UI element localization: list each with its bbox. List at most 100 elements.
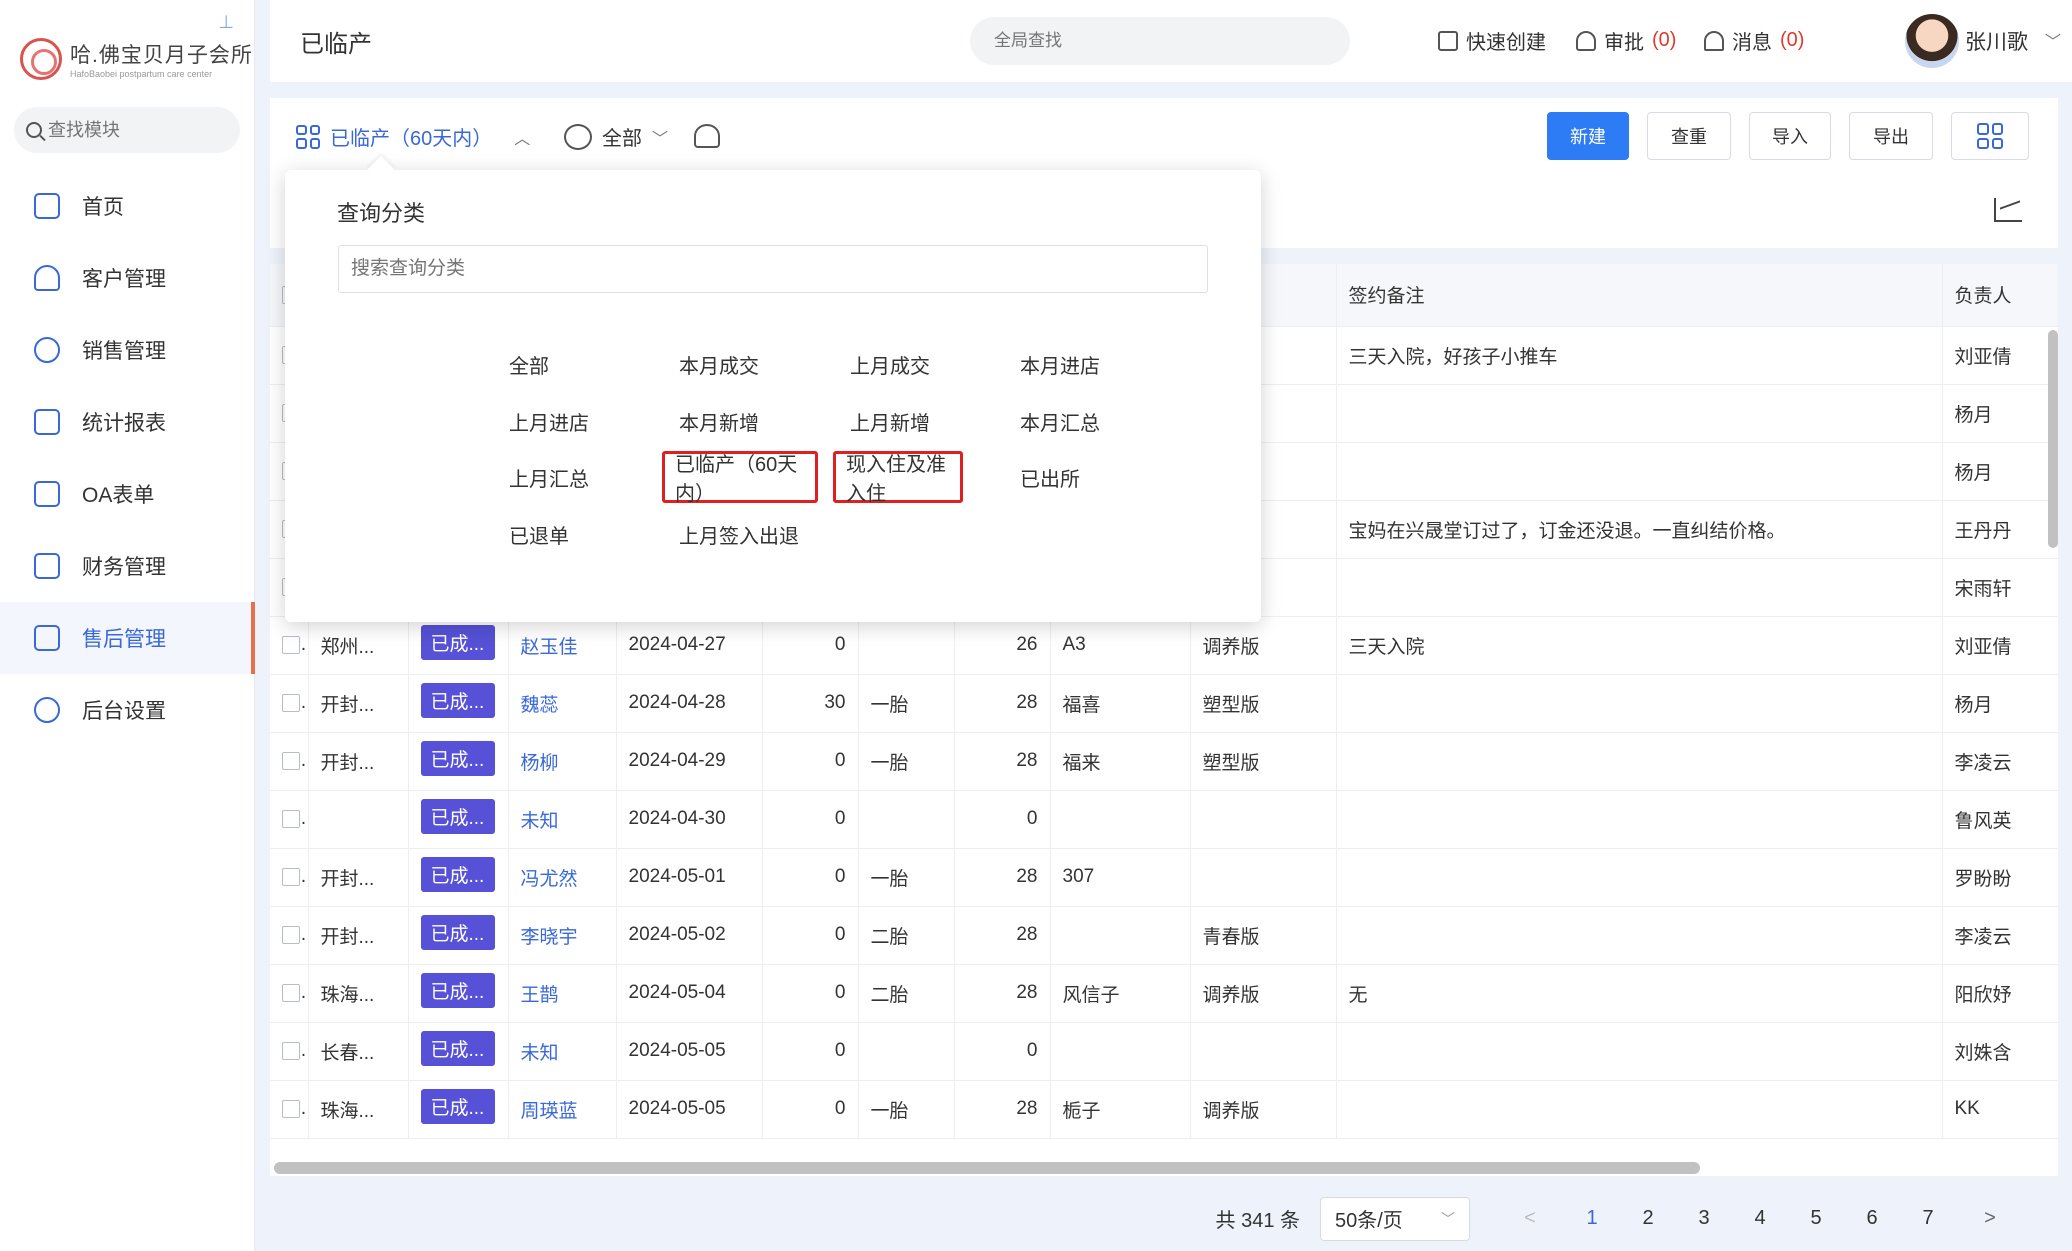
- module-search-input[interactable]: [48, 119, 218, 141]
- owner-cell: 刘亚倩: [1942, 616, 2058, 675]
- table-row[interactable]: 郑州... 已成... 赵玉佳 2024-04-27 0 26 A3 调养版 三天入院 刘亚倩: [270, 616, 2058, 675]
- category-option[interactable]: 上月汇总: [497, 447, 589, 507]
- room-cell: [1050, 906, 1191, 965]
- category-option[interactable]: 上月成交: [838, 334, 930, 394]
- table-row[interactable]: 已成... 未知 2024-04-30 0 0 鲁风英: [270, 790, 2058, 849]
- sidebar-item-customers[interactable]: 客户管理: [0, 242, 255, 314]
- sidebar-item-sales[interactable]: 销售管理: [0, 314, 255, 386]
- customer-name-link[interactable]: 王鹊: [508, 964, 617, 1023]
- category-search-input[interactable]: [351, 258, 1191, 280]
- table-row[interactable]: 开封... 已成... 冯尤然 2024-05-01 0 一胎 28 307 罗盼盼: [270, 848, 2058, 907]
- page-3-button[interactable]: 3: [1676, 1207, 1732, 1230]
- customer-name-link[interactable]: 李晓宇: [508, 906, 617, 965]
- customer-name-link[interactable]: 冯尤然: [508, 848, 617, 907]
- owner-cell: 罗盼盼: [1942, 848, 2058, 907]
- category-option[interactable]: 现入住及准入住: [833, 451, 963, 505]
- monitor-icon: [34, 193, 60, 219]
- sidebar-item-reports[interactable]: 统计报表: [0, 386, 255, 458]
- customer-name-link[interactable]: 未知: [508, 1022, 617, 1081]
- export-button[interactable]: 导出: [1849, 112, 1933, 160]
- import-button[interactable]: 导入: [1749, 112, 1831, 160]
- row-checkbox[interactable]: [282, 751, 300, 770]
- target-icon: [34, 337, 60, 363]
- prev-page-button[interactable]: <: [1502, 1207, 1558, 1230]
- row-checkbox[interactable]: [282, 635, 300, 654]
- table-row[interactable]: 长春... 已成... 未知 2024-05-05 0 0 刘姝含: [270, 1022, 2058, 1081]
- category-option[interactable]: 上月新增: [838, 391, 930, 451]
- row-checkbox[interactable]: [282, 925, 300, 944]
- approval-button[interactable]: 审批 (0): [1576, 26, 1676, 55]
- query-category-dropdown[interactable]: 已临产（60天内） ︿: [296, 122, 530, 151]
- page-2-button[interactable]: 2: [1620, 1207, 1676, 1230]
- avatar[interactable]: [1905, 14, 1959, 68]
- new-button[interactable]: 新建: [1547, 112, 1629, 160]
- row-checkbox[interactable]: [282, 867, 300, 886]
- page-5-button[interactable]: 5: [1788, 1207, 1844, 1230]
- scope-dropdown[interactable]: 全部 ﹀: [564, 122, 668, 151]
- global-search[interactable]: [970, 17, 1350, 65]
- sidebar-item-finance[interactable]: 财务管理: [0, 530, 255, 602]
- page-1-button[interactable]: 1: [1564, 1207, 1620, 1230]
- people-icon[interactable]: [694, 124, 720, 148]
- sidebar-item-oa-forms[interactable]: OA表单: [0, 458, 255, 530]
- vertical-scrollbar[interactable]: [2048, 330, 2058, 548]
- username[interactable]: 张川歌: [1965, 26, 2028, 56]
- category-option[interactable]: 已临产（60天内）: [662, 451, 818, 505]
- page-size-value: 50条/页: [1335, 1210, 1403, 1232]
- table-row[interactable]: 珠海... 已成... 周瑛蓝 2024-05-05 0 一胎 28 栀子 调养版 KK: [270, 1080, 2058, 1139]
- pin-icon[interactable]: ⊥: [218, 12, 234, 33]
- global-search-input[interactable]: [994, 31, 1334, 51]
- row-checkbox[interactable]: [282, 1041, 300, 1060]
- sidebar-item-label: 统计报表: [82, 412, 166, 435]
- dedupe-button[interactable]: 查重: [1647, 112, 1731, 160]
- row-checkbox[interactable]: [282, 983, 300, 1002]
- category-option[interactable]: 已退单: [497, 504, 569, 564]
- next-page-button[interactable]: >: [1962, 1207, 2018, 1230]
- view-toggle-button[interactable]: [1951, 112, 2029, 160]
- customer-name-link[interactable]: 杨柳: [508, 732, 617, 791]
- page-7-button[interactable]: 7: [1900, 1207, 1956, 1230]
- module-search[interactable]: [14, 107, 240, 153]
- number-cell: 0: [762, 906, 859, 965]
- number-cell: 0: [762, 964, 859, 1023]
- col-owner[interactable]: 负责人: [1942, 264, 2058, 327]
- category-option[interactable]: 本月新增: [667, 391, 759, 451]
- table-row[interactable]: 珠海... 已成... 王鹊 2024-05-04 0 二胎 28 风信子 调养版无阳欣妤: [270, 964, 2058, 1023]
- sidebar-item-home[interactable]: 首页: [0, 170, 255, 242]
- row-checkbox[interactable]: [282, 693, 300, 712]
- customer-name-link[interactable]: 魏蕊: [508, 674, 617, 733]
- approval-label: 审批: [1604, 32, 1644, 54]
- chart-icon[interactable]: [1994, 198, 2022, 222]
- quick-create-button[interactable]: 快速创建: [1438, 26, 1546, 55]
- status-badge: 已成...: [420, 624, 495, 660]
- row-checkbox[interactable]: [282, 809, 300, 828]
- customer-name-link[interactable]: 赵玉佳: [508, 616, 617, 675]
- sidebar-item-label: 客户管理: [82, 268, 166, 291]
- category-option[interactable]: 上月进店: [497, 391, 589, 451]
- row-checkbox[interactable]: [282, 1099, 300, 1118]
- horizontal-scrollbar[interactable]: [274, 1162, 1700, 1174]
- page-4-button[interactable]: 4: [1732, 1207, 1788, 1230]
- table-row[interactable]: 开封... 已成... 杨柳 2024-04-29 0 一胎 28 福来 塑型版 李凌云: [270, 732, 2058, 791]
- row-select-cell: [270, 848, 309, 907]
- date-cell: 2024-05-05: [616, 1080, 763, 1139]
- table-row[interactable]: 开封... 已成... 魏蕊 2024-04-28 30 一胎 28 福喜 塑型版 杨月: [270, 674, 2058, 733]
- category-option[interactable]: 本月汇总: [1008, 391, 1100, 451]
- customer-name-link[interactable]: 未知: [508, 790, 617, 849]
- table-row[interactable]: 开封... 已成... 李晓宇 2024-05-02 0 二胎 28 青春版 李凌云: [270, 906, 2058, 965]
- category-option[interactable]: 上月签入出退: [667, 504, 799, 564]
- sidebar-item-settings[interactable]: 后台设置: [0, 674, 255, 746]
- chevron-down-icon[interactable]: ﹀: [2045, 28, 2061, 52]
- category-option[interactable]: 已出所: [1008, 447, 1080, 507]
- category-option[interactable]: 本月进店: [1008, 334, 1100, 394]
- remark-cell: [1336, 384, 1943, 443]
- sidebar-item-after-sales[interactable]: 售后管理: [0, 602, 255, 674]
- category-search[interactable]: [338, 245, 1208, 293]
- messages-button[interactable]: 消息 (0): [1704, 26, 1804, 55]
- category-option[interactable]: 本月成交: [667, 334, 759, 394]
- page-6-button[interactable]: 6: [1844, 1207, 1900, 1230]
- page-size-select[interactable]: 50条/页 ﹀: [1320, 1196, 1470, 1241]
- category-option[interactable]: 全部: [497, 334, 549, 394]
- customer-name-link[interactable]: 周瑛蓝: [508, 1080, 617, 1139]
- col-remark[interactable]: 签约备注: [1336, 264, 1943, 327]
